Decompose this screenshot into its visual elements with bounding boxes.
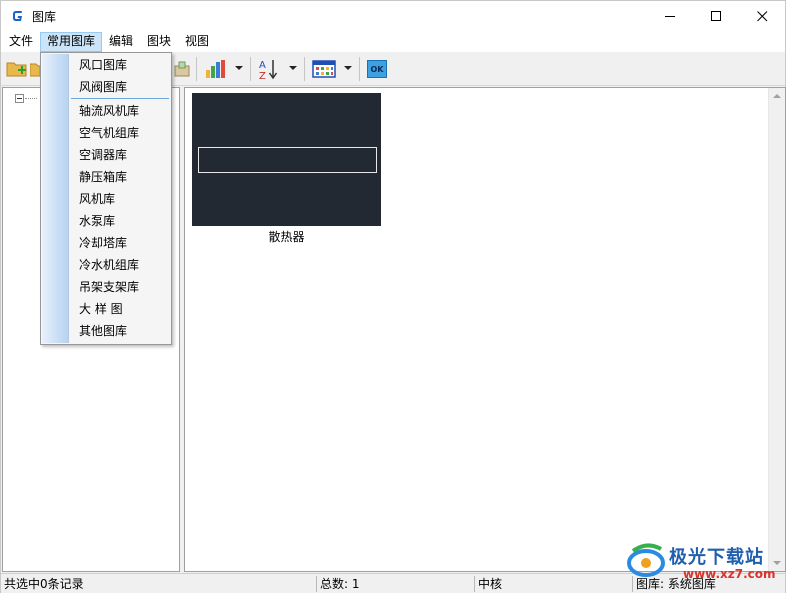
title-bar: 图库 (1, 1, 785, 32)
menu-item-vent-library[interactable]: 风口图库 (79, 54, 127, 76)
menu-edit[interactable]: 编辑 (103, 32, 139, 52)
sort-az-icon: A Z (259, 60, 278, 80)
thumbnail-label: 散热器 (268, 230, 305, 244)
menu-common-library[interactable]: 常用图库 (40, 32, 103, 52)
ok-icon: OK (367, 60, 387, 78)
sort-dropdown-icon[interactable] (289, 66, 297, 70)
minimize-icon (664, 16, 675, 17)
watermark: 极光下载站 www.xz7.com (621, 537, 781, 585)
thumbnail-item[interactable]: 散热器 (192, 93, 381, 244)
menu-item-ac-library[interactable]: 空调器库 (79, 144, 127, 166)
menu-item-axial-fan-library[interactable]: 轴流风机库 (79, 100, 139, 122)
menu-block[interactable]: 图块 (141, 32, 177, 52)
radiator-shape (198, 147, 377, 173)
menu-item-plenum-library[interactable]: 静压箱库 (79, 166, 127, 188)
app-logo-icon (13, 11, 22, 21)
view-grid-icon (312, 60, 336, 78)
menu-gutter-line (68, 54, 69, 343)
menu-item-detail-drawing[interactable]: 大 样 图 (79, 298, 123, 320)
toolbar-separator (359, 57, 360, 81)
tree-collapse-icon[interactable] (15, 94, 24, 103)
menu-item-cooling-tower-library[interactable]: 冷却塔库 (79, 232, 127, 254)
common-library-menu: 风口图库 风阀图库 轴流风机库 空气机组库 空调器库 静压箱库 风机库 水泵库 … (40, 52, 172, 345)
menu-item-pump-library[interactable]: 水泵库 (79, 210, 115, 232)
folder-button[interactable] (30, 56, 40, 82)
ok-label: OK (370, 64, 384, 74)
view-mode-button[interactable] (311, 56, 337, 82)
menu-view[interactable]: 视图 (179, 32, 215, 52)
vertical-scrollbar[interactable] (768, 88, 785, 571)
menu-item-chiller-library[interactable]: 冷水机组库 (79, 254, 139, 276)
thumbnail-view[interactable]: 散热器 (184, 87, 786, 572)
status-selection: 共选中0条记录 (4, 577, 84, 591)
menu-separator (71, 98, 169, 99)
thumbnail-preview[interactable] (192, 93, 381, 226)
bar-chart-icon (206, 60, 225, 78)
import-icon (174, 61, 190, 77)
view-mode-dropdown-icon[interactable] (344, 66, 352, 70)
window-title: 图库 (32, 10, 57, 24)
import-button[interactable] (172, 56, 192, 82)
menu-item-other-library[interactable]: 其他图库 (79, 320, 127, 342)
menu-gutter (42, 54, 68, 343)
add-folder-button[interactable] (5, 56, 29, 82)
add-folder-icon (6, 62, 27, 77)
svg-text:A: A (259, 60, 266, 71)
menu-file[interactable]: 文件 (3, 32, 39, 52)
minimize-button[interactable] (647, 1, 693, 32)
maximize-icon (710, 11, 721, 21)
sort-button[interactable]: A Z (257, 56, 281, 82)
close-button[interactable] (739, 1, 785, 32)
watermark-text: 极光下载站 (669, 547, 764, 568)
toolbar-separator (250, 57, 251, 81)
menu-item-fan-library[interactable]: 风机库 (79, 188, 115, 210)
menu-bar: 文件 常用图库 编辑 图块 视图 (1, 32, 785, 52)
maximize-button[interactable] (693, 1, 739, 32)
status-total: 总数: 1 (320, 577, 360, 591)
toolbar-separator (196, 57, 197, 81)
chart-view-button[interactable] (203, 56, 227, 82)
menu-item-hanger-library[interactable]: 吊架支架库 (79, 276, 139, 298)
menu-item-air-unit-library[interactable]: 空气机组库 (79, 122, 139, 144)
tree-connector (25, 98, 37, 99)
svg-text:Z: Z (259, 71, 266, 80)
menu-item-damper-library[interactable]: 风阀图库 (79, 76, 127, 98)
folder-icon (30, 63, 40, 77)
status-core: 中核 (478, 577, 503, 591)
close-icon (756, 11, 767, 22)
ok-button[interactable]: OK (366, 56, 388, 82)
scroll-up-icon[interactable] (773, 94, 781, 98)
chart-dropdown-icon[interactable] (235, 66, 243, 70)
watermark-logo-icon (627, 543, 665, 577)
watermark-url: www.xz7.com (683, 567, 776, 581)
toolbar-separator (304, 57, 305, 81)
library-window: 图库 文件 常用图库 编辑 图块 视图 A Z OK 散热器 共选中0条记录 总… (0, 0, 786, 593)
